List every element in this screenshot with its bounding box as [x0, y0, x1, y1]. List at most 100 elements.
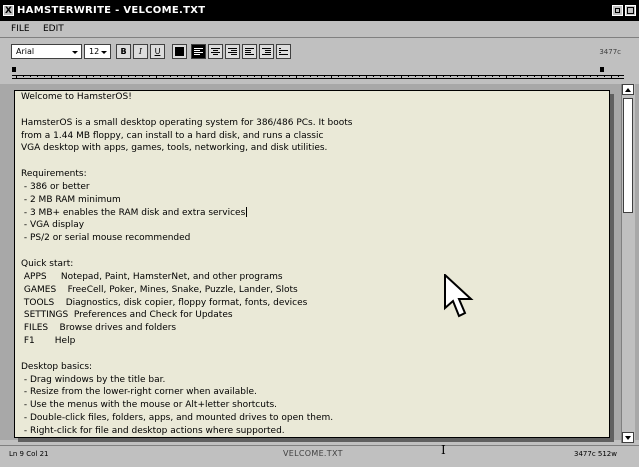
ruler-tick	[492, 76, 493, 77]
document-line[interactable]: Welcome to HamsterOS!	[21, 91, 601, 104]
ruler-tick	[352, 76, 353, 77]
document-line[interactable]: from a 1.44 MB floppy, can install to a …	[21, 130, 601, 143]
ruler-tick	[219, 76, 220, 77]
ruler-tick	[345, 76, 346, 77]
status-counts: 3477c 512w	[574, 450, 617, 458]
ruler-tick	[135, 76, 136, 77]
menu-edit[interactable]: EDIT	[43, 24, 64, 34]
document-line[interactable]: APPS Notepad, Paint, HamsterNet, and oth…	[21, 271, 601, 284]
document-line[interactable]: - Double-click files, folders, apps, and…	[21, 412, 601, 425]
ruler-tick	[289, 76, 290, 77]
ruler-scale	[12, 75, 624, 79]
document-line[interactable]: F1 Help	[21, 335, 601, 348]
document-line[interactable]	[21, 348, 601, 361]
ruler-tick	[569, 76, 570, 77]
ruler-tick	[268, 76, 269, 77]
ruler-tick	[373, 76, 374, 77]
ruler-tick	[541, 76, 542, 78]
ruler-tick	[555, 76, 556, 77]
document-line[interactable]: - VGA display	[21, 219, 601, 232]
document-line[interactable]: GAMES FreeCell, Poker, Mines, Snake, Puz…	[21, 284, 601, 297]
size-select[interactable]: 12	[84, 44, 111, 59]
ruler-tick	[303, 76, 304, 77]
arrow-pointer-icon	[444, 274, 474, 318]
align-center-button[interactable]	[208, 44, 223, 59]
ruler-tick	[506, 76, 507, 78]
scroll-thumb[interactable]	[623, 98, 633, 213]
document-line[interactable]	[21, 155, 601, 168]
ruler-tick	[310, 76, 311, 77]
ruler-tick	[177, 76, 178, 77]
indent-icon	[262, 48, 271, 55]
document-page[interactable]: Welcome to HamsterOS! HamsterOS is a smal…	[14, 90, 610, 438]
ruler-tick	[415, 76, 416, 77]
underline-button[interactable]: U	[150, 44, 165, 59]
ruler-tick	[16, 76, 17, 78]
document-line[interactable]	[21, 104, 601, 117]
align-right-icon	[228, 48, 237, 55]
indent-button[interactable]	[259, 44, 274, 59]
document-line[interactable]: - Drag windows by the title bar.	[21, 374, 601, 387]
right-margin-marker[interactable]	[600, 67, 604, 72]
document-line[interactable]: Requirements:	[21, 168, 601, 181]
document-line[interactable]: TOOLS Diagnostics, disk copier, floppy f…	[21, 297, 601, 310]
ruler-tick	[534, 76, 535, 77]
document-line[interactable]: - Resize from the lower-right corner whe…	[21, 386, 601, 399]
close-icon[interactable]: X	[3, 5, 14, 16]
document-area: Welcome to HamsterOS! HamsterOS is a smal…	[0, 84, 639, 440]
align-left-icon	[194, 48, 203, 55]
bullet-list-button[interactable]	[276, 44, 291, 59]
document-line[interactable]: - 386 or better	[21, 181, 601, 194]
font-select[interactable]: Arial	[11, 44, 82, 59]
italic-button[interactable]: I	[133, 44, 148, 59]
ruler-tick	[191, 76, 192, 78]
toolbar: Arial 12 B I U 3477c	[0, 38, 639, 66]
ruler-tick	[93, 76, 94, 77]
document-line[interactable]: - Right-click for file and desktop actio…	[21, 425, 601, 437]
ruler[interactable]	[12, 66, 624, 82]
text-color-button[interactable]	[172, 44, 187, 59]
ruler-tick	[527, 76, 528, 77]
left-margin-marker[interactable]	[12, 67, 16, 72]
menu-file[interactable]: FILE	[11, 24, 30, 34]
ruler-tick	[107, 76, 108, 77]
document-line[interactable]: SETTINGS Preferences and Check for Updat…	[21, 309, 601, 322]
bold-button[interactable]: B	[116, 44, 131, 59]
ruler-tick	[513, 76, 514, 77]
ruler-tick	[205, 76, 206, 77]
document-line[interactable]: VGA desktop with apps, games, tools, net…	[21, 142, 601, 155]
outdent-button[interactable]	[242, 44, 257, 59]
ruler-tick	[562, 76, 563, 77]
ruler-tick	[576, 76, 577, 78]
document-line[interactable]: FILES Browse drives and folders	[21, 322, 601, 335]
ruler-tick	[86, 76, 87, 78]
ruler-tick	[548, 76, 549, 77]
document-line[interactable]: - PS/2 or serial mouse recommended	[21, 232, 601, 245]
document-line[interactable]: - 2 MB RAM minimum	[21, 194, 601, 207]
ruler-tick	[604, 76, 605, 77]
ruler-tick	[30, 76, 31, 77]
title-bar[interactable]: X HAMSTERWRITE - VELCOME.TXT	[0, 0, 639, 21]
ruler-tick	[212, 76, 213, 77]
scroll-up-button[interactable]	[622, 84, 634, 95]
document-line[interactable]: Desktop basics:	[21, 361, 601, 374]
scroll-down-button[interactable]	[622, 432, 634, 443]
document-line[interactable]	[21, 245, 601, 258]
ruler-tick	[100, 76, 101, 77]
align-left-button[interactable]	[191, 44, 206, 59]
ruler-tick	[261, 76, 262, 78]
maximize-icon[interactable]	[625, 5, 636, 16]
minimize-icon[interactable]	[612, 5, 623, 16]
ruler-tick	[324, 76, 325, 77]
document-line[interactable]: - Use the menus with the mouse or Alt+le…	[21, 399, 601, 412]
document-line[interactable]: Quick start:	[21, 258, 601, 271]
align-right-button[interactable]	[225, 44, 240, 59]
document-text[interactable]: Welcome to HamsterOS! HamsterOS is a smal…	[21, 91, 601, 437]
window-title: HAMSTERWRITE - VELCOME.TXT	[17, 5, 206, 16]
document-line[interactable]: - 3 MB+ enables the RAM disk and extra s…	[21, 207, 601, 220]
ruler-tick	[226, 76, 227, 78]
bullet-list-icon	[279, 48, 288, 55]
document-line[interactable]: HamsterOS is a small desktop operating s…	[21, 117, 601, 130]
ruler-tick	[275, 76, 276, 77]
vertical-scrollbar[interactable]	[621, 84, 635, 443]
